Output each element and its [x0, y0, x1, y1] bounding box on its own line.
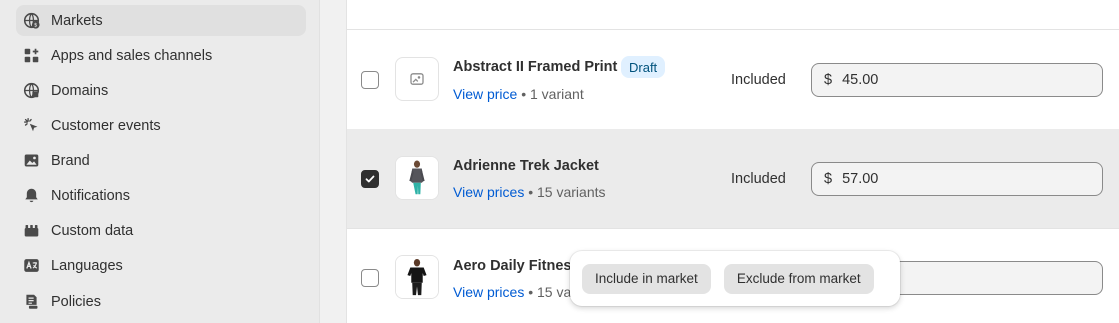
- sidebar-item-languages[interactable]: Languages: [16, 250, 306, 281]
- svg-text:$: $: [33, 23, 37, 29]
- status-badge: Draft: [621, 56, 666, 78]
- sidebar-item-label: Markets: [51, 12, 103, 29]
- product-subtitle: View price • 1 variant: [453, 86, 584, 102]
- currency-symbol: $: [824, 72, 833, 88]
- price-value: 45.00: [842, 72, 879, 88]
- product-title[interactable]: Adrienne Trek Jacket: [453, 158, 599, 174]
- checkmark-icon: [365, 175, 375, 183]
- sidebar-item-policies[interactable]: Policies: [16, 286, 306, 317]
- jacket-product-image: [396, 157, 438, 199]
- sidebar-item-domains[interactable]: Domains: [16, 75, 306, 106]
- sidebar-item-label: Languages: [51, 257, 123, 274]
- sidebar-item-custom-data[interactable]: Custom data: [16, 215, 306, 246]
- currency-symbol: $: [824, 171, 833, 187]
- product-thumbnail: [395, 255, 439, 299]
- sidebar-item-label: Custom data: [51, 222, 134, 239]
- product-subtitle: View prices • 15 variants: [453, 184, 606, 200]
- view-price-link[interactable]: View price: [453, 86, 517, 102]
- sidebar-item-apps[interactable]: Apps and sales channels: [16, 40, 306, 71]
- image-placeholder-icon: [410, 73, 424, 85]
- sidebar-item-label: Customer events: [51, 117, 161, 134]
- table-row: Adrienne Trek Jacket View prices • 15 va…: [347, 129, 1119, 228]
- sidebar-item-label: Apps and sales channels: [51, 47, 213, 64]
- cursor-click-icon: [22, 117, 40, 135]
- sidebar-item-label: Brand: [51, 152, 90, 169]
- sidebar-item-label: Domains: [51, 82, 109, 99]
- row-checkbox[interactable]: [361, 71, 379, 89]
- variant-count: • 15 va: [524, 284, 572, 300]
- policy-icon: [22, 293, 40, 311]
- inclusion-status: Included: [731, 171, 786, 187]
- view-prices-link[interactable]: View prices: [453, 284, 524, 300]
- sidebar-item-notifications[interactable]: Notifications: [16, 180, 306, 211]
- row-checkbox[interactable]: [361, 269, 379, 287]
- globe-icon: [22, 82, 40, 100]
- settings-sidebar: $ Markets Apps and sales channels Domain…: [0, 0, 320, 323]
- sidebar-item-brand[interactable]: Brand: [16, 145, 306, 176]
- image-icon: [22, 152, 40, 170]
- variant-count: • 15 variants: [524, 184, 606, 200]
- sidebar-item-markets[interactable]: $ Markets: [16, 5, 306, 36]
- bulk-actions-popover: Include in market Exclude from market: [570, 251, 900, 306]
- tshirt-product-image: [396, 256, 438, 298]
- apps-icon: [22, 47, 40, 65]
- product-subtitle: View prices • 15 va: [453, 284, 571, 300]
- table-row: Abstract II Framed Print Draft View pric…: [347, 30, 1119, 129]
- globe-dollar-icon: $: [22, 12, 40, 30]
- product-title[interactable]: Abstract II Framed Print: [453, 59, 617, 75]
- bell-icon: [22, 187, 40, 205]
- variant-count: • 1 variant: [517, 86, 584, 102]
- price-field[interactable]: $45.00: [811, 63, 1103, 97]
- database-icon: [22, 222, 40, 240]
- inclusion-status: Included: [731, 72, 786, 88]
- sidebar-item-customer-events[interactable]: Customer events: [16, 110, 306, 141]
- row-checkbox[interactable]: [361, 170, 379, 188]
- exclude-from-market-button[interactable]: Exclude from market: [723, 263, 874, 294]
- sidebar-item-label: Policies: [51, 293, 101, 310]
- price-value: 57.00: [842, 171, 879, 187]
- product-thumbnail-placeholder: [395, 57, 439, 101]
- include-in-market-button[interactable]: Include in market: [582, 263, 711, 294]
- product-thumbnail: [395, 156, 439, 200]
- sidebar-item-label: Notifications: [51, 187, 130, 204]
- view-prices-link[interactable]: View prices: [453, 184, 524, 200]
- price-field[interactable]: $57.00: [811, 162, 1103, 196]
- language-icon: [22, 257, 40, 275]
- product-title[interactable]: Aero Daily Fitnes: [453, 258, 571, 274]
